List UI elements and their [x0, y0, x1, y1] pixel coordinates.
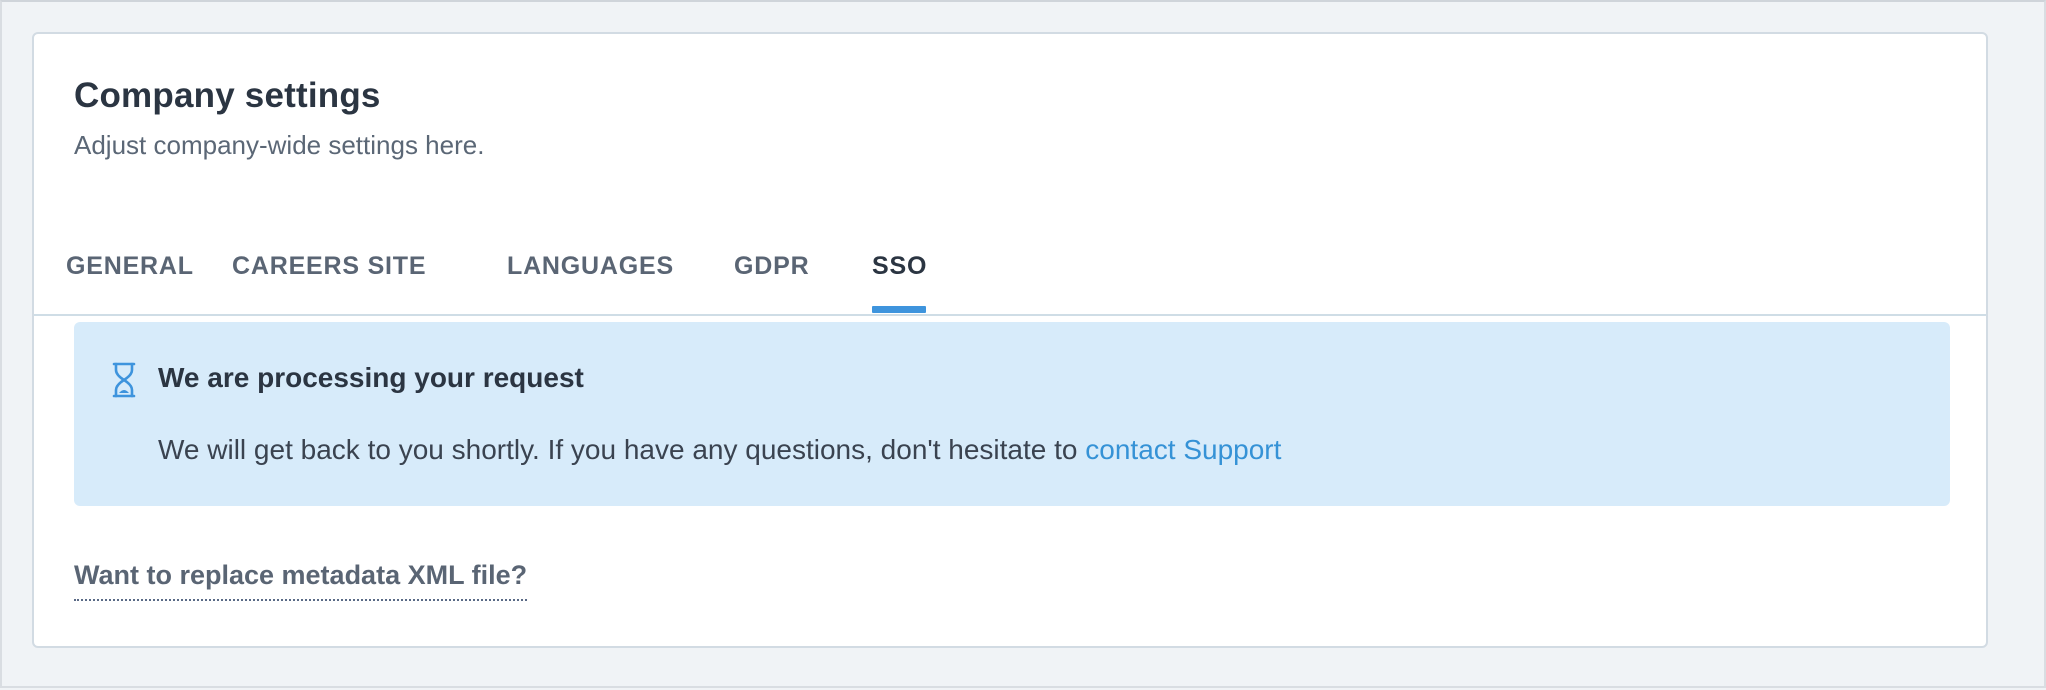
tab-careers-site[interactable]: CAREERS SITE	[232, 252, 426, 281]
active-tab-indicator	[872, 306, 926, 313]
settings-card: Company settings Adjust company-wide set…	[32, 32, 1988, 648]
tab-gdpr[interactable]: GDPR	[734, 252, 809, 281]
page-subtitle: Adjust company-wide settings here.	[74, 130, 485, 160]
tab-languages[interactable]: LANGUAGES	[507, 252, 674, 281]
tab-sso[interactable]: SSO	[872, 252, 927, 281]
notice-body-text: We will get back to you shortly. If you …	[158, 434, 1086, 465]
window-frame: Company settings Adjust company-wide set…	[0, 0, 2046, 688]
notice-title: We are processing your request	[158, 362, 584, 393]
contact-support-link[interactable]: contact Support	[1085, 434, 1281, 465]
notice-body: We will get back to you shortly. If you …	[158, 434, 1281, 466]
tab-general[interactable]: GENERAL	[66, 252, 194, 281]
replace-metadata-link[interactable]: Want to replace metadata XML file?	[74, 560, 528, 601]
hourglass-icon	[112, 362, 136, 398]
processing-notice: We are processing your request We will g…	[74, 322, 1950, 506]
settings-tabs: GENERAL CAREERS SITE LANGUAGES GDPR SSO	[34, 224, 1986, 316]
page-title: Company settings	[74, 76, 381, 115]
